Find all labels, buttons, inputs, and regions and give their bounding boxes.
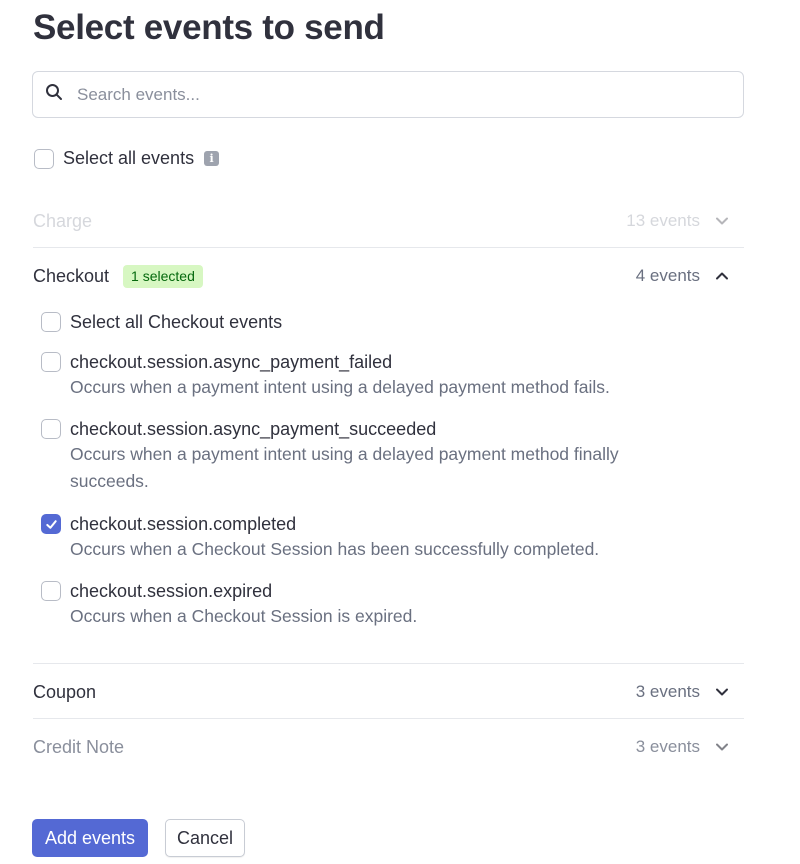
search-box[interactable] [32, 71, 744, 118]
selected-count-badge: 1 selected [123, 264, 203, 288]
event-checkbox-checked[interactable] [41, 514, 61, 534]
select-all-events-row[interactable]: Select all events i [34, 148, 220, 169]
group-credit-note[interactable]: Credit Note 3 events [33, 734, 744, 760]
event-item[interactable]: checkout.session.async_payment_succeeded… [41, 418, 670, 495]
chevron-down-icon[interactable] [714, 213, 730, 229]
select-all-events-label: Select all events [63, 148, 195, 168]
group-count: 3 events [635, 682, 700, 701]
divider [33, 247, 744, 248]
check-icon [45, 519, 57, 529]
event-checkbox[interactable] [41, 419, 61, 439]
group-name: Credit Note [33, 736, 125, 757]
event-item[interactable]: checkout.session.async_payment_failed Oc… [41, 351, 670, 401]
event-item[interactable]: checkout.session.completed Occurs when a… [41, 513, 670, 563]
divider [33, 663, 744, 664]
page-title: Select events to send [33, 8, 385, 47]
select-all-checkout-label: Select all Checkout events [70, 312, 283, 332]
group-name: Charge [33, 210, 93, 231]
divider [33, 718, 744, 719]
group-count: 13 events [626, 211, 700, 230]
event-item[interactable]: checkout.session.expired Occurs when a C… [41, 580, 670, 630]
event-description: Occurs when a payment intent using a del… [70, 377, 610, 397]
group-count: 3 events [635, 737, 700, 756]
group-checkout[interactable]: Checkout 1 selected 4 events [33, 262, 744, 290]
group-name: Coupon [33, 681, 97, 702]
event-description: Occurs when a payment intent using a del… [70, 444, 619, 491]
add-events-button[interactable]: Add events [32, 819, 148, 857]
select-all-checkout-row[interactable]: Select all Checkout events [41, 311, 282, 333]
group-coupon[interactable]: Coupon 3 events [33, 679, 744, 705]
group-count: 4 events [635, 266, 700, 285]
event-name: checkout.session.async_payment_failed [70, 352, 393, 372]
event-checkbox[interactable] [41, 581, 61, 601]
event-name: checkout.session.completed [70, 514, 297, 534]
info-icon[interactable]: i [204, 151, 220, 166]
group-name: Checkout [33, 265, 110, 286]
select-all-checkout-checkbox[interactable] [41, 312, 61, 332]
event-checkbox[interactable] [41, 352, 61, 372]
event-name: checkout.session.async_payment_succeeded [70, 419, 437, 439]
event-description: Occurs when a Checkout Session has been … [70, 539, 600, 559]
chevron-up-icon[interactable] [714, 268, 730, 284]
group-charge[interactable]: Charge 13 events [33, 208, 744, 234]
search-icon [45, 83, 63, 106]
chevron-down-icon[interactable] [714, 739, 730, 755]
chevron-down-icon[interactable] [714, 684, 730, 700]
event-name: checkout.session.expired [70, 581, 273, 601]
search-input[interactable] [75, 83, 715, 106]
select-all-events-checkbox[interactable] [34, 148, 54, 169]
event-description: Occurs when a Checkout Session is expire… [70, 606, 418, 626]
cancel-button[interactable]: Cancel [165, 819, 245, 857]
